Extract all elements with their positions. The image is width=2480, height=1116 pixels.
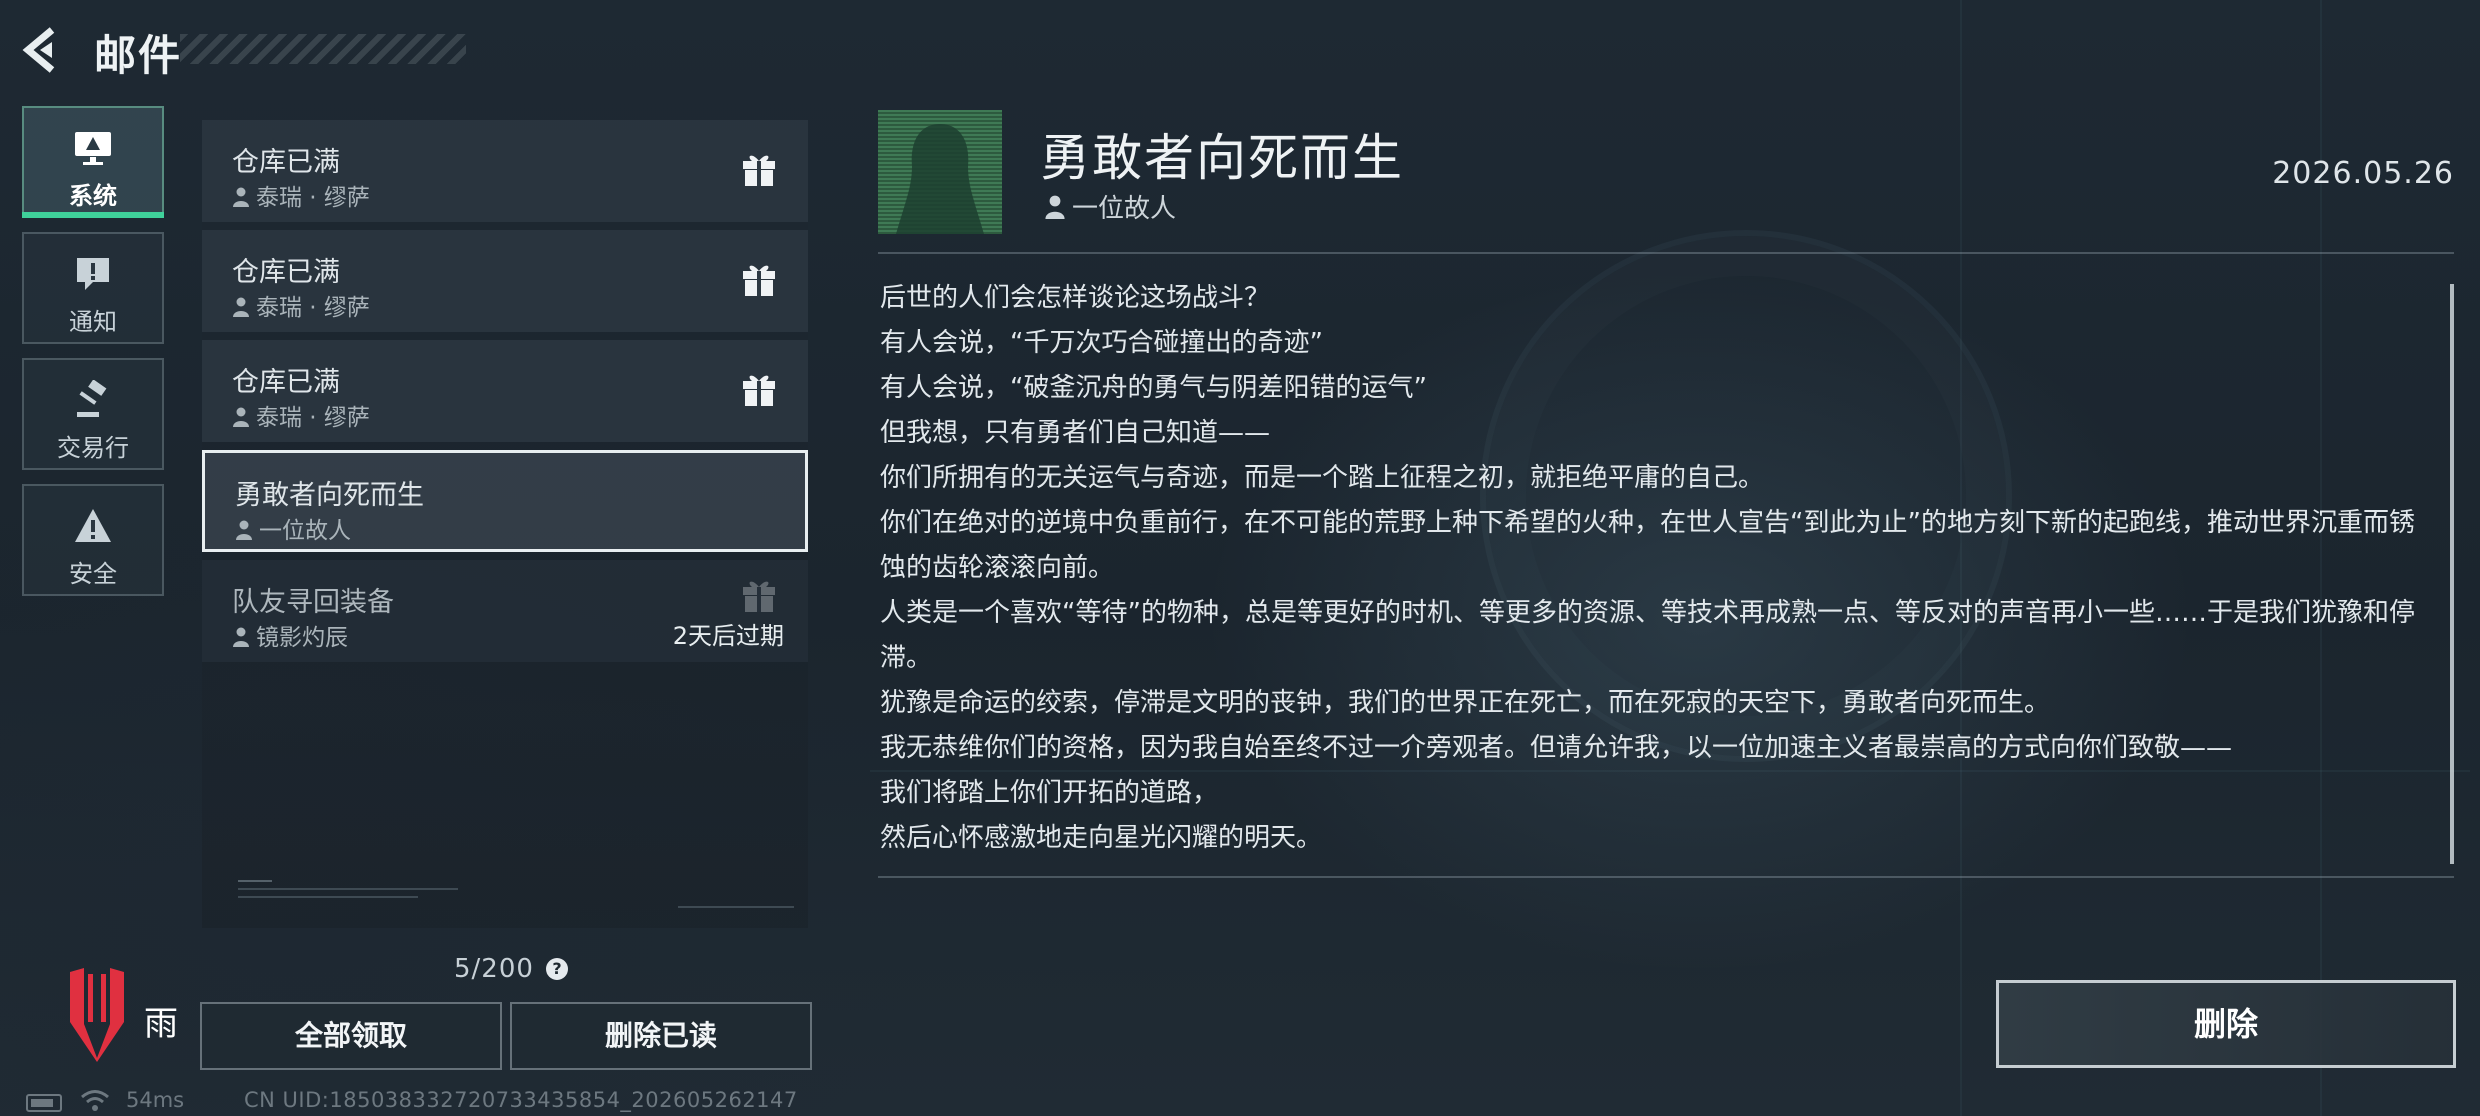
gift-icon bbox=[743, 155, 775, 186]
header: 邮件 bbox=[0, 0, 600, 100]
mail-title: 勇敢者向死而生 bbox=[1040, 129, 1404, 187]
sender-name: 泰瑞 · 缪萨 bbox=[256, 185, 370, 211]
page-title: 邮件 bbox=[94, 31, 183, 80]
body-line: 我们将踏上你们开拓的道路， bbox=[880, 778, 1219, 808]
warning-icon bbox=[75, 509, 111, 542]
mail-subject: 仓库已满 bbox=[232, 147, 340, 178]
mail-sender: 镜影灼辰 bbox=[232, 618, 348, 652]
tab-notice[interactable]: 通知 bbox=[22, 232, 164, 344]
user-uid: CN UID:18503833272073343585​4_2026052621… bbox=[244, 1088, 798, 1112]
mail-item[interactable]: 仓库已满 泰瑞 · 缪萨 bbox=[202, 230, 808, 332]
tab-system[interactable]: 系统 bbox=[22, 106, 164, 218]
mail-sender: 一位故人 bbox=[235, 511, 351, 545]
sender-avatar bbox=[878, 110, 1002, 234]
brand-text: 雨 bbox=[144, 1004, 178, 1044]
person-icon bbox=[236, 520, 252, 540]
title-decoration bbox=[180, 34, 466, 64]
body-line: 有人会说，“千万次巧合碰撞出的奇迹” bbox=[880, 328, 1323, 358]
body-line: 犹豫是命运的绞索，停滞是文明的丧钟，我们的世界正在死亡，而在死寂的天空下，勇敢者… bbox=[880, 688, 2051, 718]
expire-label: 2天后过期 bbox=[672, 622, 784, 650]
person-icon bbox=[233, 187, 249, 207]
mail-list: 仓库已满 泰瑞 · 缪萨 仓库已满 泰瑞 · 缪萨 仓库已满 泰瑞 · 缪萨 勇… bbox=[202, 118, 808, 928]
sender-name: 镜影灼辰 bbox=[256, 625, 348, 651]
ping-value: 54ms bbox=[126, 1088, 185, 1112]
person-icon bbox=[1045, 195, 1065, 219]
gift-icon bbox=[743, 265, 775, 296]
mail-date: 2026.05.26 bbox=[2272, 156, 2454, 191]
body-line: 然后心怀感激地走向星光闪耀的明天。 bbox=[880, 823, 1323, 853]
gavel-icon bbox=[77, 380, 107, 417]
body-line: 有人会说，“破釜沉舟的勇气与阴差阳错的运气” bbox=[880, 373, 1427, 403]
gift-icon bbox=[743, 581, 775, 612]
mail-subject: 队友寻回装备 bbox=[232, 587, 394, 618]
body-line: 人类是一个喜欢“等待”的物种，总是等更好的时机、等更多的资源、等技术再成熟一点、… bbox=[880, 598, 2415, 673]
mail-sender: 泰瑞 · 缪萨 bbox=[232, 288, 370, 322]
divider bbox=[878, 876, 2454, 878]
back-arrow-icon[interactable] bbox=[22, 26, 66, 74]
body-line: 我无恭维你们的资格，因为我自始至终不过一介旁观者。但请允许我，以一位加速主义者最… bbox=[880, 733, 2233, 763]
help-icon[interactable]: ? bbox=[546, 958, 568, 980]
body-line: 后世的人们会怎样谈论这场战斗？ bbox=[880, 283, 1271, 313]
monitor-icon bbox=[75, 132, 111, 165]
mail-body: 后世的人们会怎样谈论这场战斗？ 有人会说，“千万次巧合碰撞出的奇迹” 有人会说，… bbox=[880, 276, 2440, 861]
gift-icon bbox=[743, 375, 775, 406]
tab-label: 交易行 bbox=[57, 434, 129, 462]
mail-sender: 泰瑞 · 缪萨 bbox=[232, 178, 370, 212]
sender-name: 一位故人 bbox=[1072, 194, 1177, 224]
mail-item-selected[interactable]: 勇敢者向死而生 一位故人 bbox=[202, 450, 808, 552]
tab-label: 安全 bbox=[69, 560, 117, 588]
mail-sender: 一位故人 bbox=[1044, 188, 1176, 225]
wifi-icon bbox=[81, 1090, 109, 1111]
person-icon bbox=[233, 297, 249, 317]
mail-item[interactable]: 仓库已满 泰瑞 · 缪萨 bbox=[202, 340, 808, 442]
divider bbox=[878, 252, 2454, 254]
sender-name: 泰瑞 · 缪萨 bbox=[256, 405, 370, 431]
body-line: 但我想，只有勇者们自己知道—— bbox=[880, 418, 1271, 448]
list-decoration bbox=[238, 880, 794, 908]
brand-logo-icon bbox=[70, 968, 124, 1062]
mail-subject: 勇敢者向死而生 bbox=[235, 480, 424, 511]
delete-button[interactable]: 删除 bbox=[1996, 980, 2456, 1068]
tab-label: 通知 bbox=[69, 308, 117, 336]
mail-count: 5/200 bbox=[454, 954, 534, 984]
mail-item[interactable]: 队友寻回装备 镜影灼辰 2天后过期 bbox=[202, 560, 808, 662]
person-icon bbox=[233, 407, 249, 427]
mail-subject: 仓库已满 bbox=[232, 257, 340, 288]
person-icon bbox=[233, 627, 249, 647]
silhouette-icon bbox=[896, 124, 984, 234]
alert-message-icon bbox=[77, 258, 109, 290]
body-line: 你们在绝对的逆境中负重前行，在不可能的荒野上种下希望的火种，在世人宣告“到此为止… bbox=[880, 508, 2415, 583]
scrollbar-thumb[interactable] bbox=[2450, 284, 2454, 864]
sender-name: 泰瑞 · 缪萨 bbox=[256, 295, 370, 321]
tab-security[interactable]: 安全 bbox=[22, 484, 164, 596]
body-line: 你们所拥有的无关运气与奇迹，而是一个踏上征程之初，就拒绝平庸的自己。 bbox=[880, 463, 1765, 493]
battery-icon bbox=[26, 1094, 62, 1112]
tab-label: 系统 bbox=[69, 182, 117, 210]
sender-name: 一位故人 bbox=[259, 518, 351, 544]
tab-trade[interactable]: 交易行 bbox=[22, 358, 164, 470]
mail-item[interactable]: 仓库已满 泰瑞 · 缪萨 bbox=[202, 120, 808, 222]
mail-sender: 泰瑞 · 缪萨 bbox=[232, 398, 370, 432]
mail-subject: 仓库已满 bbox=[232, 367, 340, 398]
claim-all-button[interactable]: 全部领取 bbox=[200, 1002, 502, 1070]
delete-read-button[interactable]: 删除已读 bbox=[510, 1002, 812, 1070]
